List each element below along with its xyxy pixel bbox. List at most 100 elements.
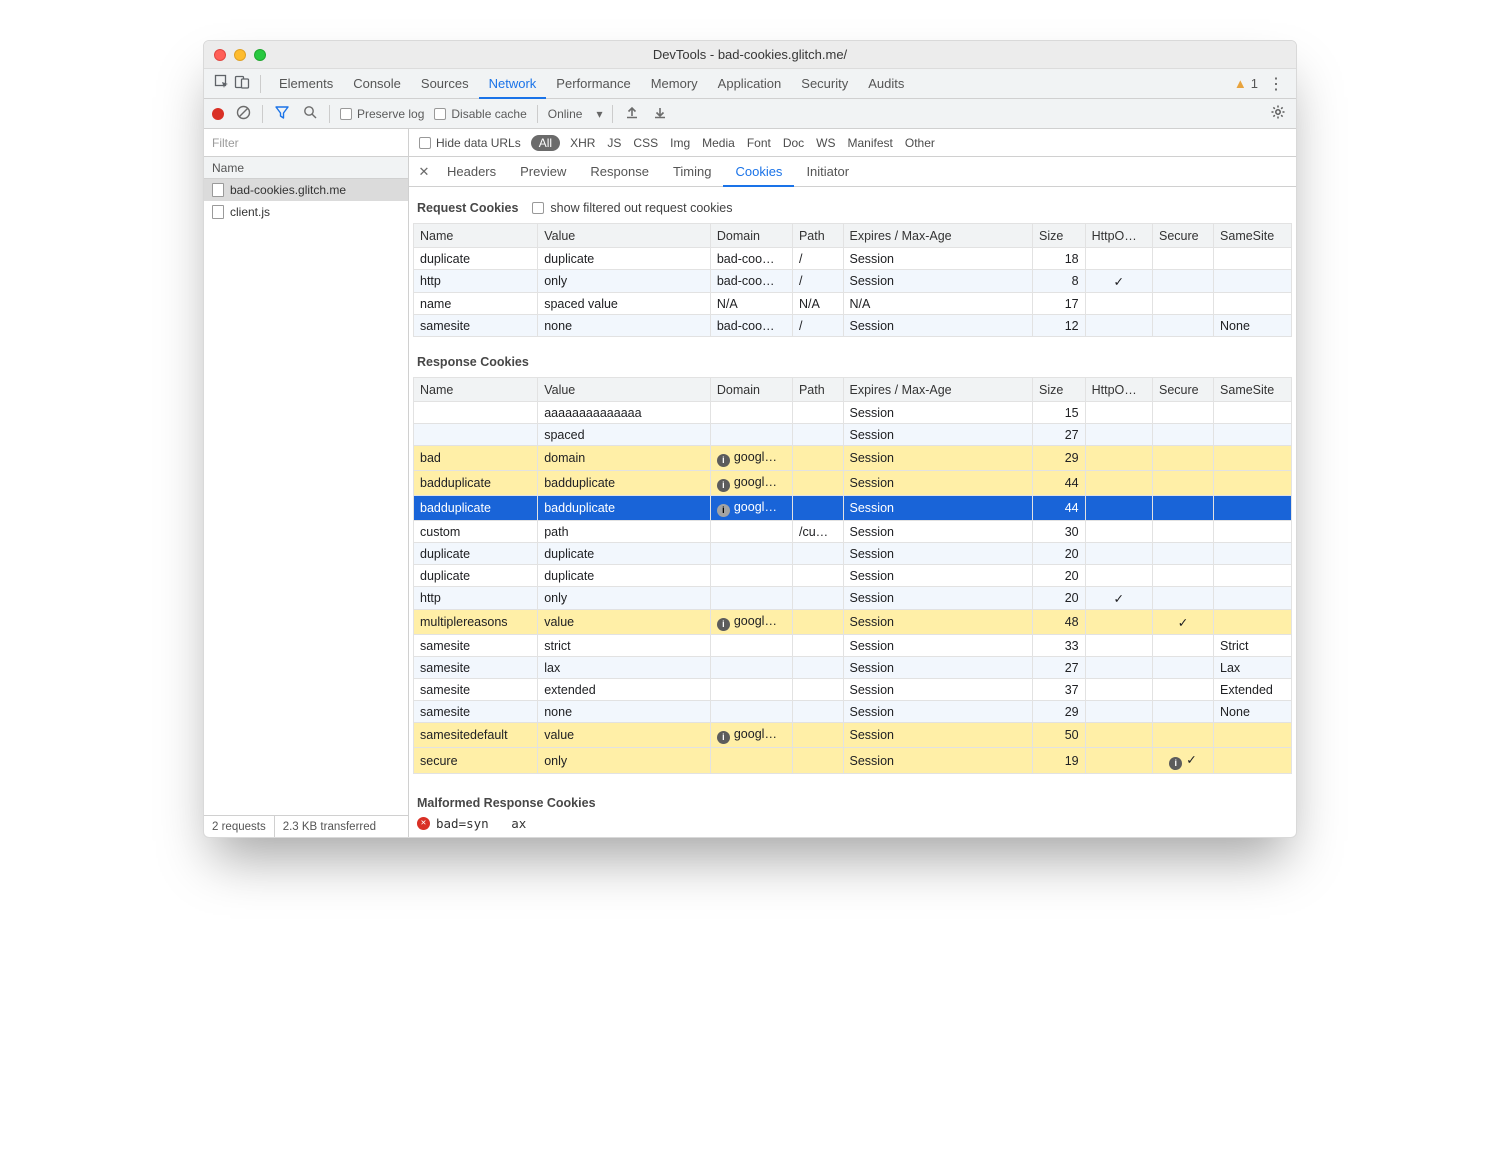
filter-type-font[interactable]: Font — [747, 136, 771, 150]
cookie-row[interactable]: namespaced valueN/AN/AN/A17 — [414, 293, 1292, 315]
cookie-row[interactable]: duplicateduplicateSession20 — [414, 565, 1292, 587]
filter-type-other[interactable]: Other — [905, 136, 935, 150]
cookie-row[interactable]: duplicateduplicateSession20 — [414, 543, 1292, 565]
show-filtered-checkbox[interactable]: show filtered out request cookies — [532, 201, 732, 215]
filter-type-js[interactable]: JS — [607, 136, 621, 150]
column-header[interactable]: SameSite — [1214, 378, 1292, 402]
column-header[interactable]: SameSite — [1214, 224, 1292, 248]
search-icon[interactable] — [301, 105, 319, 122]
cookie-row[interactable]: samesitenoneSession29None — [414, 701, 1292, 723]
sidebar-footer: 2 requests 2.3 KB transferred — [204, 815, 408, 837]
cookie-row[interactable]: samesiteextendedSession37Extended — [414, 679, 1292, 701]
download-har-icon[interactable] — [651, 105, 669, 122]
filter-type-img[interactable]: Img — [670, 136, 690, 150]
column-header[interactable]: Secure — [1152, 224, 1213, 248]
cookie-row[interactable]: samesitestrictSession33Strict — [414, 635, 1292, 657]
cookie-row[interactable]: samesitedefaultvalueigoogl…Session50 — [414, 723, 1292, 748]
cookie-row[interactable]: spacedSession27 — [414, 424, 1292, 446]
tab-security[interactable]: Security — [791, 69, 858, 99]
column-header[interactable]: Value — [538, 224, 711, 248]
record-button[interactable] — [212, 108, 224, 120]
info-icon: i — [717, 479, 730, 492]
requests-count: 2 requests — [204, 816, 275, 837]
subtab-cookies[interactable]: Cookies — [723, 157, 794, 187]
filter-type-xhr[interactable]: XHR — [570, 136, 595, 150]
subtab-initiator[interactable]: Initiator — [794, 157, 861, 187]
column-header[interactable]: Name — [414, 224, 538, 248]
cookie-row[interactable]: duplicateduplicatebad-coo…/Session18 — [414, 248, 1292, 270]
clear-icon[interactable] — [234, 105, 252, 123]
filter-type-media[interactable]: Media — [702, 136, 735, 150]
column-header[interactable]: Size — [1032, 378, 1085, 402]
cookies-panel: Request Cookies show filtered out reques… — [409, 187, 1296, 837]
info-icon: i — [717, 504, 730, 517]
filter-toggle-icon[interactable] — [273, 105, 291, 122]
settings-icon[interactable] — [1270, 104, 1286, 124]
filter-input[interactable]: Filter — [204, 129, 409, 156]
filter-type-all[interactable]: All — [531, 135, 560, 151]
tab-audits[interactable]: Audits — [858, 69, 914, 99]
cookie-row[interactable]: badduplicatebadduplicateigoogl…Session44 — [414, 471, 1292, 496]
cookie-row[interactable]: baddomainigoogl…Session29 — [414, 446, 1292, 471]
hide-data-urls-checkbox[interactable]: Hide data URLs — [419, 136, 521, 150]
filter-type-ws[interactable]: WS — [816, 136, 835, 150]
filter-type-css[interactable]: CSS — [633, 136, 658, 150]
sidebar-header[interactable]: Name — [204, 157, 408, 179]
inspect-element-icon[interactable] — [212, 74, 232, 93]
file-icon — [212, 183, 224, 197]
column-header[interactable]: Name — [414, 378, 538, 402]
column-header[interactable]: Value — [538, 378, 711, 402]
column-header[interactable]: Domain — [710, 224, 792, 248]
column-header[interactable]: Domain — [710, 378, 792, 402]
subtab-headers[interactable]: Headers — [435, 157, 508, 187]
cookie-row[interactable]: multiplereasonsvalueigoogl…Session48✓ — [414, 610, 1292, 635]
cookie-row[interactable]: badduplicatebadduplicateigoogl…Session44 — [414, 496, 1292, 521]
tab-memory[interactable]: Memory — [641, 69, 708, 99]
tab-console[interactable]: Console — [343, 69, 411, 99]
device-toggle-icon[interactable] — [232, 74, 252, 93]
tab-application[interactable]: Application — [708, 69, 792, 99]
transfer-size: 2.3 KB transferred — [275, 816, 384, 837]
devtools-window: DevTools - bad-cookies.glitch.me/ Elemen… — [203, 40, 1297, 838]
info-icon: i — [717, 454, 730, 467]
more-menu-icon[interactable]: ⋮ — [1264, 74, 1288, 94]
column-header[interactable]: Expires / Max-Age — [843, 378, 1032, 402]
request-item[interactable]: client.js — [204, 201, 408, 223]
column-header[interactable]: Secure — [1152, 378, 1213, 402]
column-header[interactable]: HttpO… — [1085, 224, 1152, 248]
tab-performance[interactable]: Performance — [546, 69, 640, 99]
cookie-row[interactable]: httponlySession20✓ — [414, 587, 1292, 610]
upload-har-icon[interactable] — [623, 105, 641, 122]
tab-elements[interactable]: Elements — [269, 69, 343, 99]
disable-cache-checkbox[interactable]: Disable cache — [434, 107, 526, 121]
cookie-row[interactable]: secureonlySession19i✓ — [414, 748, 1292, 774]
subtab-preview[interactable]: Preview — [508, 157, 578, 187]
warnings-indicator[interactable]: ▲1 — [1234, 76, 1258, 91]
column-header[interactable]: Size — [1032, 224, 1085, 248]
column-header[interactable]: Expires / Max-Age — [843, 224, 1032, 248]
filter-type-manifest[interactable]: Manifest — [848, 136, 893, 150]
info-icon: i — [717, 618, 730, 631]
cookie-row[interactable]: samesitenonebad-coo…/Session12None — [414, 315, 1292, 337]
request-item[interactable]: bad-cookies.glitch.me — [204, 179, 408, 201]
malformed-heading: Malformed Response Cookies — [417, 796, 596, 810]
throttle-select[interactable]: Online▾ — [548, 107, 603, 121]
cookie-row[interactable]: httponlybad-coo…/Session8✓ — [414, 270, 1292, 293]
column-header[interactable]: Path — [792, 378, 843, 402]
cookie-row[interactable]: samesitelaxSession27Lax — [414, 657, 1292, 679]
close-panel-icon[interactable]: ✕ — [413, 164, 435, 180]
filter-row: Filter Hide data URLs All XHR JS CSS Img Med… — [204, 129, 1296, 157]
filter-type-doc[interactable]: Doc — [783, 136, 804, 150]
column-header[interactable]: HttpO… — [1085, 378, 1152, 402]
tab-sources[interactable]: Sources — [411, 69, 479, 99]
cookie-row[interactable]: aaaaaaaaaaaaaaSession15 — [414, 402, 1292, 424]
window-title: DevTools - bad-cookies.glitch.me/ — [204, 47, 1296, 62]
subtab-timing[interactable]: Timing — [661, 157, 724, 187]
request-cookies-heading: Request Cookies — [417, 201, 518, 215]
preserve-log-checkbox[interactable]: Preserve log — [340, 107, 424, 121]
main-tabs: ElementsConsoleSourcesNetworkPerformance… — [204, 69, 1296, 99]
tab-network[interactable]: Network — [479, 69, 547, 99]
subtab-response[interactable]: Response — [578, 157, 661, 187]
cookie-row[interactable]: custompath/cu…Session30 — [414, 521, 1292, 543]
column-header[interactable]: Path — [792, 224, 843, 248]
